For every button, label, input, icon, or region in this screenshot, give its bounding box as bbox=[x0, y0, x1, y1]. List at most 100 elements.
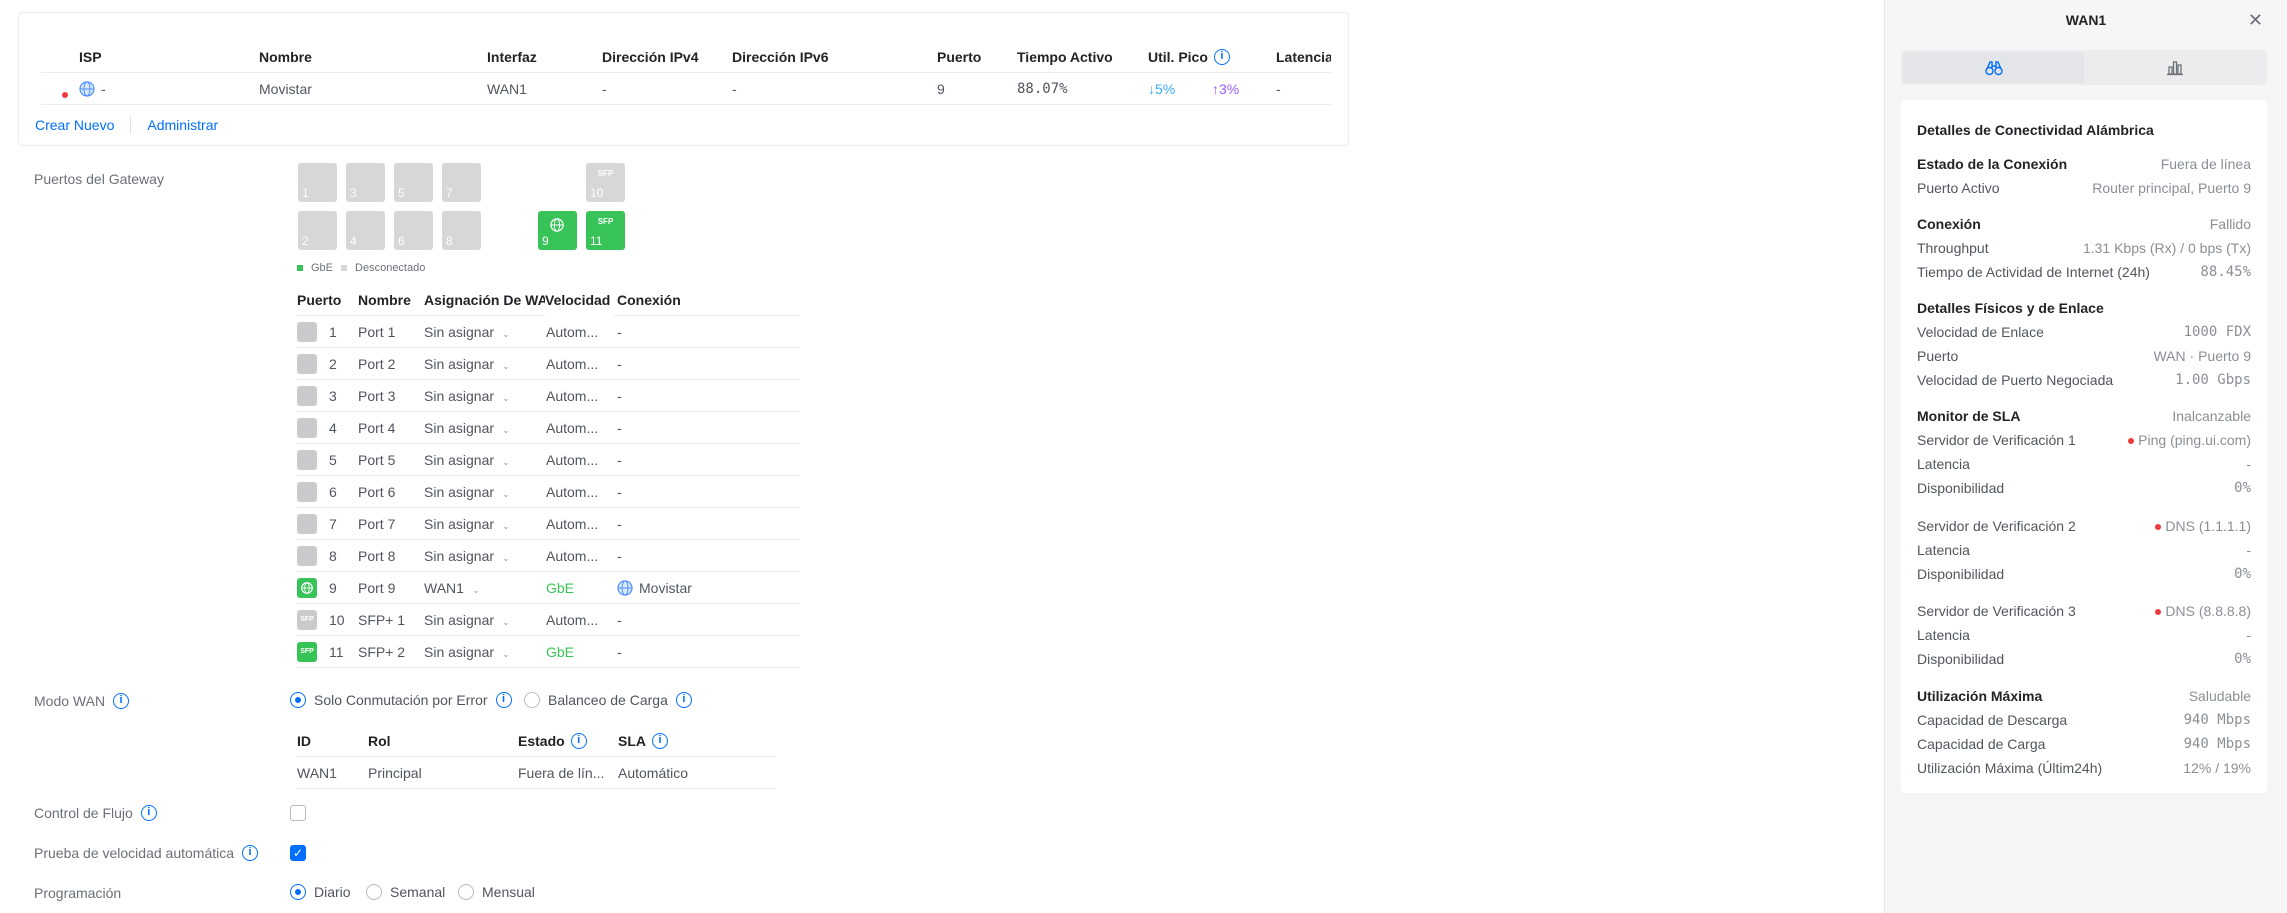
col-conn[interactable]: Conexión bbox=[617, 284, 681, 316]
table-row[interactable]: SFP 10 SFP+ 1 Sin asignar ⌄ Autom... - bbox=[297, 604, 800, 636]
speed-test-checkbox[interactable]: ✓ bbox=[290, 845, 306, 861]
ports-table: Puerto Nombre Asignación De WAN Velocida… bbox=[297, 284, 800, 668]
col-tiempo-activo[interactable]: Tiempo Activo bbox=[1017, 49, 1113, 65]
port-9-graphic[interactable]: 9 bbox=[538, 211, 577, 250]
col-ipv6[interactable]: Dirección IPv6 bbox=[732, 49, 829, 65]
wan-dropdown[interactable]: Sin asignar ⌄ bbox=[424, 348, 510, 382]
port-8-graphic[interactable]: 8 bbox=[442, 211, 481, 250]
tab-statistics[interactable] bbox=[2084, 52, 2265, 83]
col-rol[interactable]: Rol bbox=[368, 725, 391, 757]
table-row[interactable]: 6 Port 6 Sin asignar ⌄ Autom... - bbox=[297, 476, 800, 508]
port-1-graphic[interactable]: 1 bbox=[298, 163, 337, 202]
port-11-graphic[interactable]: SFP 11 bbox=[586, 211, 625, 250]
table-row[interactable]: 2 Port 2 Sin asignar ⌄ Autom... - bbox=[297, 348, 800, 380]
speed-value[interactable]: GbE bbox=[546, 636, 574, 668]
wan-dropdown[interactable]: Sin asignar ⌄ bbox=[424, 508, 510, 542]
info-icon[interactable]: i bbox=[242, 845, 259, 861]
col-id[interactable]: ID bbox=[297, 725, 311, 757]
wan-estado: Fuera de lín... bbox=[518, 765, 605, 781]
info-icon[interactable]: i bbox=[675, 692, 692, 708]
port-2-graphic[interactable]: 2 bbox=[298, 211, 337, 250]
close-icon[interactable]: ✕ bbox=[2248, 10, 2263, 31]
speed-value[interactable]: Autom... bbox=[546, 604, 598, 636]
tab-details[interactable] bbox=[1903, 52, 2084, 83]
speed-value[interactable]: Autom... bbox=[546, 348, 598, 380]
speed-value[interactable]: Autom... bbox=[546, 508, 598, 540]
wan-dropdown[interactable]: Sin asignar ⌄ bbox=[424, 476, 510, 510]
table-row[interactable]: 5 Port 5 Sin asignar ⌄ Autom... - bbox=[297, 444, 800, 476]
manage-link[interactable]: Administrar bbox=[147, 117, 218, 133]
wan-dropdown[interactable]: Sin asignar ⌄ bbox=[424, 540, 510, 574]
speed-value[interactable]: Autom... bbox=[546, 476, 598, 508]
speed-value[interactable]: Autom... bbox=[546, 380, 598, 412]
port-name: Port 1 bbox=[358, 324, 396, 340]
radio-selected[interactable] bbox=[290, 884, 306, 900]
info-icon[interactable]: i bbox=[495, 692, 512, 708]
info-icon[interactable]: i bbox=[113, 693, 130, 709]
info-icon[interactable]: i bbox=[570, 733, 587, 749]
speed-value[interactable]: Autom... bbox=[546, 444, 598, 476]
schedule-daily-radio[interactable]: Diario bbox=[290, 884, 351, 900]
flow-control-checkbox[interactable] bbox=[290, 805, 306, 821]
table-row[interactable]: 7 Port 7 Sin asignar ⌄ Autom... - bbox=[297, 508, 800, 540]
wan-table-row[interactable]: WAN1 Principal Fuera de lín... Automátic… bbox=[297, 757, 775, 789]
col-util-pico[interactable]: Util. Pico i bbox=[1148, 48, 1230, 65]
kv-value: - bbox=[2246, 456, 2251, 472]
col-speed[interactable]: Velocidad bbox=[545, 284, 615, 316]
radio-unselected[interactable] bbox=[524, 692, 540, 708]
col-estado[interactable]: Estado i bbox=[518, 725, 587, 757]
table-row[interactable]: SFP 11 SFP+ 2 Sin asignar ⌄ GbE - bbox=[297, 636, 800, 668]
schedule-weekly-radio[interactable]: Semanal bbox=[366, 884, 445, 900]
col-interfaz[interactable]: Interfaz bbox=[487, 49, 537, 65]
port-10-graphic[interactable]: SFP 10 bbox=[586, 163, 625, 202]
table-row[interactable]: 1 Port 1 Sin asignar ⌄ Autom... - bbox=[297, 316, 800, 348]
info-icon[interactable]: i bbox=[140, 805, 157, 821]
col-nombre[interactable]: Nombre bbox=[259, 49, 312, 65]
port-num: 5 bbox=[398, 186, 405, 200]
kv-value: 12% / 19% bbox=[2183, 760, 2251, 776]
schedule-monthly-radio[interactable]: Mensual bbox=[458, 884, 535, 900]
port-7-graphic[interactable]: 7 bbox=[442, 163, 481, 202]
table-row[interactable]: 9 Port 9 WAN1 ⌄ GbE Movistar bbox=[297, 572, 800, 604]
active-port-link[interactable]: Router principal, Puerto 9 bbox=[2092, 180, 2251, 196]
wan-dropdown[interactable]: Sin asignar ⌄ bbox=[424, 412, 510, 446]
port-5-graphic[interactable]: 5 bbox=[394, 163, 433, 202]
wan-dropdown[interactable]: Sin asignar ⌄ bbox=[424, 604, 510, 638]
speed-value[interactable]: Autom... bbox=[546, 412, 598, 444]
wan-dropdown[interactable]: Sin asignar ⌄ bbox=[424, 316, 510, 350]
col-ipv4[interactable]: Dirección IPv4 bbox=[602, 49, 699, 65]
table-row[interactable]: 4 Port 4 Sin asignar ⌄ Autom... - bbox=[297, 412, 800, 444]
radio-unselected[interactable] bbox=[458, 884, 474, 900]
port-4-graphic[interactable]: 4 bbox=[346, 211, 385, 250]
col-name[interactable]: Nombre bbox=[358, 284, 411, 316]
col-wan[interactable]: Asignación De WAN bbox=[424, 284, 548, 316]
table-row[interactable]: 8 Port 8 Sin asignar ⌄ Autom... - bbox=[297, 540, 800, 572]
port-3-graphic[interactable]: 3 bbox=[346, 163, 385, 202]
info-icon[interactable]: i bbox=[652, 733, 668, 749]
col-sla[interactable]: SLA i bbox=[618, 725, 668, 757]
kv-label: Capacidad de Descarga bbox=[1917, 712, 2068, 728]
wan-dropdown[interactable]: WAN1 ⌄ bbox=[424, 572, 479, 606]
speed-value[interactable]: Autom... bbox=[546, 316, 598, 348]
isp-table-row[interactable]: - Movistar WAN1 - - 9 88.07% ↓5% ↑3% - bbox=[41, 73, 1331, 105]
wan-dropdown[interactable]: Sin asignar ⌄ bbox=[424, 636, 510, 670]
col-latencia[interactable]: Latencia bbox=[1276, 49, 1331, 65]
table-row[interactable]: 3 Port 3 Sin asignar ⌄ Autom... - bbox=[297, 380, 800, 412]
wan-dropdown[interactable]: Sin asignar ⌄ bbox=[424, 380, 510, 414]
failover-radio[interactable]: Solo Conmutación por Error i bbox=[290, 692, 512, 708]
port-num: 7 bbox=[329, 516, 337, 532]
flow-control-label: Control de Flujo i bbox=[34, 805, 157, 821]
load-balance-radio[interactable]: Balanceo de Carga i bbox=[524, 692, 692, 708]
radio-selected[interactable] bbox=[290, 692, 306, 708]
info-icon[interactable]: i bbox=[1213, 48, 1230, 65]
create-new-link[interactable]: Crear Nuevo bbox=[35, 117, 114, 133]
col-puerto[interactable]: Puerto bbox=[937, 49, 981, 65]
col-isp[interactable]: ISP bbox=[79, 49, 102, 65]
speed-value[interactable]: Autom... bbox=[546, 540, 598, 572]
col-port[interactable]: Puerto bbox=[297, 284, 341, 316]
globe-icon bbox=[301, 582, 313, 595]
radio-unselected[interactable] bbox=[366, 884, 382, 900]
speed-value[interactable]: GbE bbox=[546, 572, 574, 604]
wan-dropdown[interactable]: Sin asignar ⌄ bbox=[424, 444, 510, 478]
port-6-graphic[interactable]: 6 bbox=[394, 211, 433, 250]
